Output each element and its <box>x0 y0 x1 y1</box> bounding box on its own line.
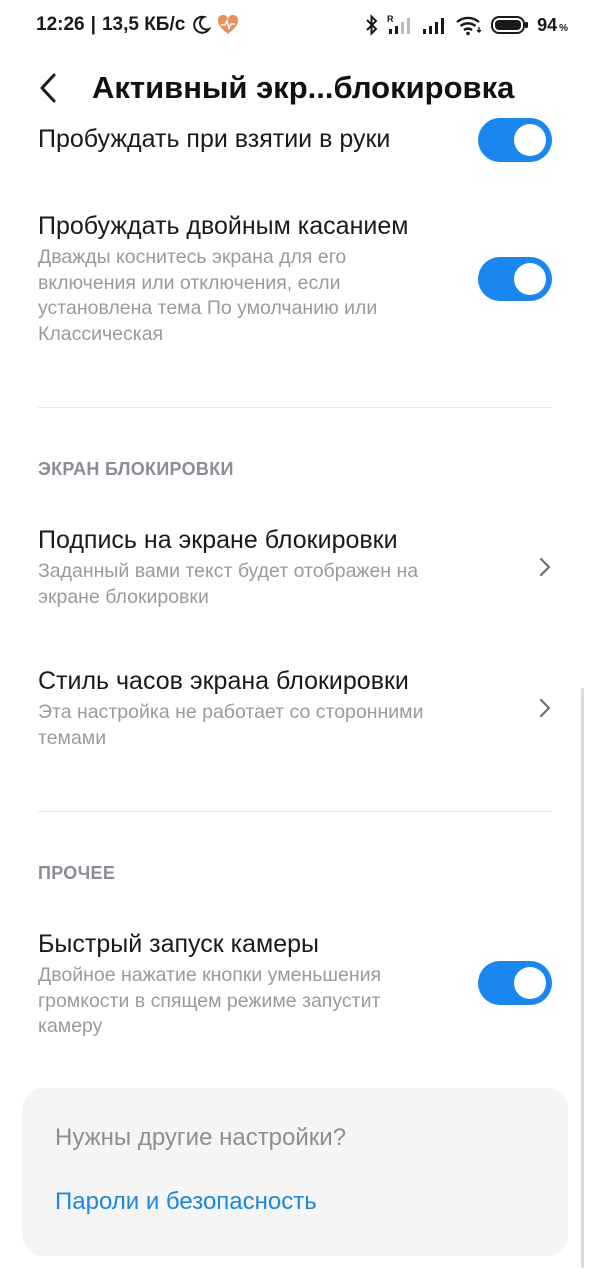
screen: 12:26 | 13,5 КБ/с R 94 % Активный экр...… <box>0 0 590 1280</box>
quick-camera-title: Быстрый запуск камеры <box>38 930 319 958</box>
chevron-right-icon <box>539 557 551 577</box>
svg-text:R: R <box>387 14 394 24</box>
status-separator: | <box>90 14 96 35</box>
subtitle-line: установлена тема По умолчанию или <box>38 297 378 319</box>
heart-icon <box>218 15 239 34</box>
double-tap-wake-subtitle: Дважды коснитесь экрана для его включени… <box>38 245 458 347</box>
battery-value: 94 <box>537 14 558 35</box>
subtitle-line: Заданный вами текст будет отображен на <box>38 560 419 582</box>
section-header-other: ПРОЧЕЕ <box>38 863 116 883</box>
more-settings-question: Нужны другие настройки? <box>55 1124 347 1151</box>
signal-roaming-icon: R <box>387 14 411 34</box>
subtitle-line: громкости в спящем режиме запустит <box>38 989 381 1012</box>
signature-title: Подпись на экране блокировки <box>38 526 398 554</box>
status-left: 12:26 | 13,5 КБ/с <box>36 14 239 36</box>
page-title: Активный экр...блокировка <box>92 70 515 105</box>
chevron-right-icon <box>539 698 551 718</box>
subtitle-line: темами <box>38 726 107 749</box>
subtitle-line: Дважды коснитесь экрана для его <box>38 246 347 268</box>
quick-camera-subtitle: Двойное нажатие кнопки уменьшения громко… <box>38 963 458 1040</box>
setting-lock-screen-clock-style[interactable]: Стиль часов экрана блокировки Эта настро… <box>38 666 552 756</box>
subtitle-line: камеру <box>38 1015 103 1037</box>
battery-icon <box>491 16 529 34</box>
setting-quick-camera[interactable]: Быстрый запуск камеры Двойное нажатие кн… <box>38 929 552 1044</box>
lift-to-wake-title: Пробуждать при взятии в руки <box>38 125 391 153</box>
double-tap-wake-toggle[interactable] <box>478 257 552 301</box>
scrollbar[interactable] <box>581 688 584 1268</box>
more-settings-card: Нужны другие настройки? Пароли и безопас… <box>22 1088 568 1256</box>
battery-unit: % <box>559 22 568 34</box>
clock-style-title: Стиль часов экрана блокировки <box>38 667 409 695</box>
moon-icon <box>193 15 212 34</box>
setting-double-tap-wake[interactable]: Пробуждать двойным касанием Дважды косни… <box>38 211 552 351</box>
double-tap-wake-title: Пробуждать двойным касанием <box>38 212 409 240</box>
app-header: Активный экр...блокировка <box>0 50 590 126</box>
subtitle-line: включения или отключения, если <box>38 271 341 294</box>
setting-lift-to-wake[interactable]: Пробуждать при взятии в руки <box>38 118 552 164</box>
subtitle-line: экране блокировки <box>38 585 209 608</box>
back-arrow-icon[interactable] <box>34 71 64 105</box>
status-right: R 94 % <box>365 14 568 36</box>
quick-camera-toggle[interactable] <box>478 961 552 1005</box>
status-speed: 13,5 КБ/с <box>101 14 186 35</box>
status-time: 12:26 <box>36 14 85 35</box>
clock-style-subtitle: Эта настройка не работает со сторонними … <box>38 700 508 751</box>
lift-to-wake-toggle[interactable] <box>478 118 552 162</box>
signature-subtitle: Заданный вами текст будет отображен на э… <box>38 559 508 610</box>
signal-icon <box>423 18 445 34</box>
setting-lock-screen-signature[interactable]: Подпись на экране блокировки Заданный ва… <box>38 525 552 615</box>
wifi-icon <box>456 16 482 36</box>
subtitle-line: Двойное нажатие кнопки уменьшения <box>38 964 382 986</box>
bluetooth-icon <box>366 14 378 36</box>
battery-level: 94% <box>537 15 568 36</box>
subtitle-line: Классическая <box>38 322 164 345</box>
passwords-security-link[interactable]: Пароли и безопасность <box>55 1188 317 1216</box>
divider <box>38 811 552 812</box>
subtitle-line: Эта настройка не работает со сторонними <box>38 701 424 723</box>
section-header-lock-screen: ЭКРАН БЛОКИРОВКИ <box>38 459 234 479</box>
divider <box>38 407 552 408</box>
status-bar: 12:26 | 13,5 КБ/с R 94 % <box>0 0 590 50</box>
